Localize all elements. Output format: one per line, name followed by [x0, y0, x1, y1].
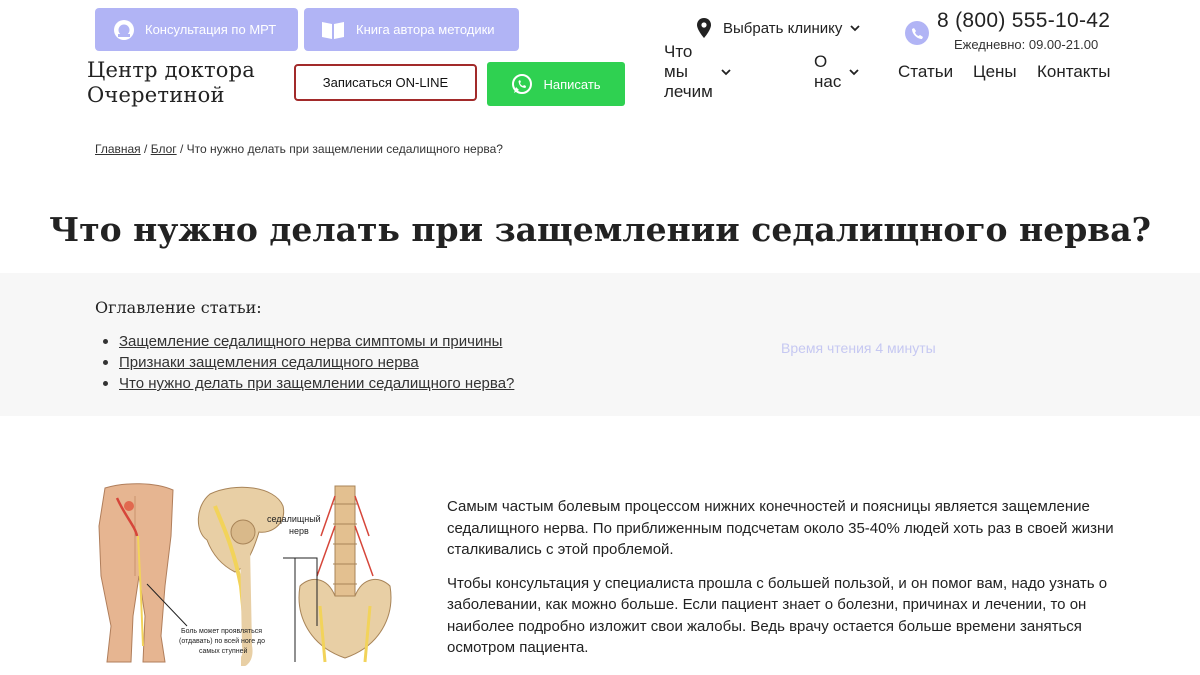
phone-icon[interactable] [905, 21, 929, 45]
nerve-label-line-2: нерв [289, 526, 309, 536]
breadcrumb: Главная / Блог / Что нужно делать при за… [95, 142, 503, 156]
article-body: Самым частым болевым процессом нижних ко… [447, 496, 1127, 671]
phone-number[interactable]: 8 (800) 555-10-42 [937, 9, 1110, 33]
toc-item: Что нужно делать при защемлении седалищн… [103, 373, 514, 394]
whatsapp-icon [511, 73, 533, 95]
nav-item-label: О нас [814, 52, 842, 91]
reading-time: Время чтения 4 минуты [781, 340, 936, 356]
nav-item-contacts[interactable]: Контакты [1037, 62, 1110, 82]
sciatic-nerve-illustration: седалищный нерв Боль может проявляться (… [95, 476, 405, 667]
mri-icon [113, 19, 135, 41]
clinic-selector[interactable]: Выбрать клинику [697, 15, 860, 41]
site-logo[interactable]: Центр доктора Очеретиной [87, 58, 255, 108]
logo-line-1: Центр доктора [87, 58, 255, 82]
book-online-label: Записаться ON-LINE [322, 75, 449, 90]
toc-title: Оглавление статьи: [95, 298, 262, 317]
chevron-down-icon [721, 68, 731, 76]
breadcrumb-home-link[interactable]: Главная [95, 142, 141, 156]
clinic-selector-label: Выбрать клинику [723, 19, 843, 37]
toc-item: Защемление седалищного нерва симптомы и … [103, 331, 514, 352]
bullet-icon [103, 381, 108, 386]
caption-line-3: самых ступней [199, 647, 248, 655]
toc-link[interactable]: Признаки защемления седалищного нерва [119, 352, 419, 373]
toc-list: Защемление седалищного нерва симптомы и … [103, 331, 514, 394]
article-paragraph-2: Чтобы консультация у специалиста прошла … [447, 574, 1108, 657]
location-pin-icon [697, 18, 711, 38]
chevron-down-icon [850, 24, 860, 32]
breadcrumb-separator: / [140, 142, 151, 156]
nav-item-label: Контакты [1037, 62, 1111, 81]
nav-item-label: Что мы лечим [664, 42, 713, 101]
write-button-label: Написать [543, 76, 601, 92]
page-title: Что нужно делать при защемлении седалищн… [49, 210, 1151, 249]
article-paragraph-1: Самым частым болевым процессом нижних ко… [447, 498, 1114, 558]
book-online-button[interactable]: Записаться ON-LINE [294, 64, 477, 101]
nav-item-what-we-treat[interactable]: Что мы лечим [664, 42, 731, 102]
anatomy-image: седалищный нерв Боль может проявляться (… [98, 483, 392, 667]
toc-link[interactable]: Защемление седалищного нерва симптомы и … [119, 331, 502, 352]
nerve-label-line-1: седалищный [267, 514, 321, 524]
toc-item: Признаки защемления седалищного нерва [103, 352, 514, 373]
nav-item-label: Статьи [898, 62, 954, 81]
working-hours: Ежедневно: 09.00-21.00 [954, 37, 1099, 52]
nav-item-articles[interactable]: Статьи [898, 62, 953, 82]
table-of-contents: Оглавление статьи: Защемление седалищног… [0, 273, 1200, 416]
mri-button-label: Консультация по МРТ [145, 22, 277, 37]
breadcrumb-current: Что нужно делать при защемлении седалищн… [186, 142, 503, 156]
caption-line-1: Боль может проявляться [181, 628, 262, 635]
logo-line-2: Очеретиной [87, 83, 225, 107]
nav-item-about[interactable]: О нас [814, 52, 859, 92]
book-icon [320, 19, 346, 41]
author-book-button[interactable]: Книга автора методики [304, 8, 519, 51]
bullet-icon [103, 360, 108, 365]
breadcrumb-separator: / [176, 142, 187, 156]
chevron-down-icon [849, 68, 859, 76]
mri-consultation-button[interactable]: Консультация по МРТ [95, 8, 298, 51]
caption-line-2: (отдавать) по всей ноге до [179, 637, 265, 645]
toc-link[interactable]: Что нужно делать при защемлении седалищн… [119, 373, 514, 394]
whatsapp-write-button[interactable]: Написать [487, 62, 625, 106]
breadcrumb-blog-link[interactable]: Блог [151, 142, 177, 156]
nav-item-prices[interactable]: Цены [973, 62, 1017, 82]
bullet-icon [103, 339, 108, 344]
book-button-label: Книга автора методики [356, 22, 495, 37]
nav-item-label: Цены [973, 62, 1017, 81]
